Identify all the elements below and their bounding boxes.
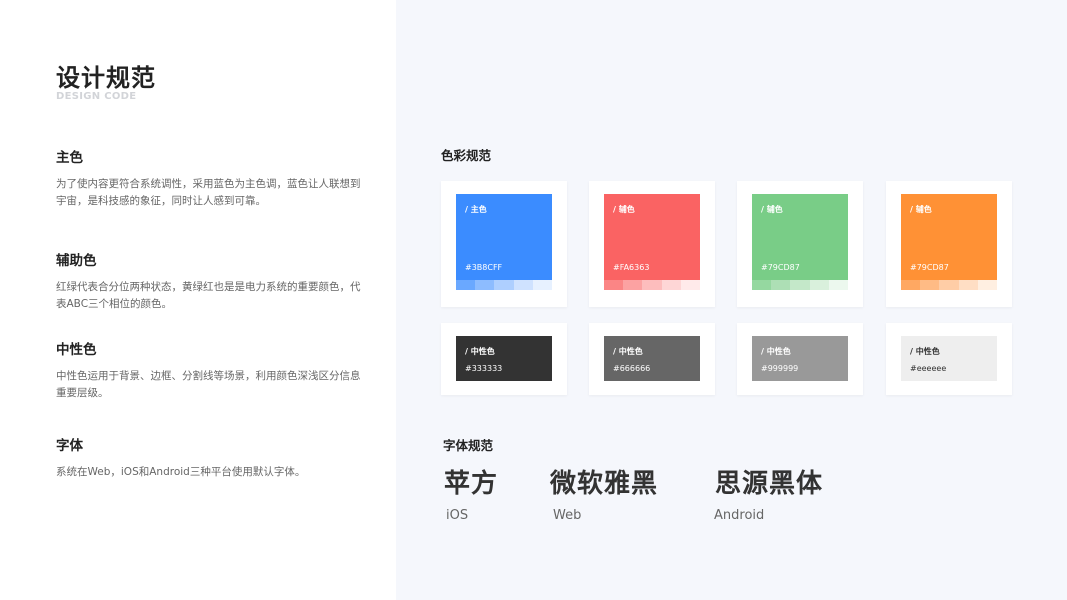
section-font: 字体 系统在Web，iOS和Android三种平台使用默认字体。	[56, 434, 366, 481]
swatch-hex: #666666	[613, 364, 651, 373]
neutral-card-eeeeee: / 中性色 #eeeeee	[886, 323, 1012, 395]
font-section-label: 字体规范	[443, 438, 494, 453]
font-platform-ios: iOS	[446, 508, 469, 523]
font-platform-android: Android	[714, 508, 765, 523]
left-panel: 设计规范 DESIGN CODE 主色 为了使内容更符合系统调性，采用蓝色为主色…	[0, 0, 396, 600]
right-panel: 色彩规范 / 主色 #3B8CFF / 辅色 #FA6363 / 辅色 #79C…	[396, 0, 1067, 600]
section-description: 为了使内容更符合系统调性，采用蓝色为主色调，蓝色让人联想到宇宙，是科技感的象征，…	[56, 178, 361, 207]
swatch-hex: #79CD87	[761, 263, 800, 272]
font-name-source-han: 思源黑体	[715, 469, 824, 499]
tint-step	[901, 280, 921, 290]
color-swatch: / 辅色 #79CD87	[752, 194, 849, 290]
page-title: 设计规范	[56, 64, 156, 92]
neutral-swatch: / 中性色 #999999	[752, 336, 848, 381]
swatch-hex: #eeeeee	[910, 364, 947, 373]
swatch-tag: / 主色	[465, 205, 487, 214]
tint-step	[939, 280, 959, 290]
swatch-hex: #3B8CFF	[465, 263, 503, 272]
swatch-tag: / 中性色	[910, 347, 940, 356]
section-primary-color: 主色 为了使内容更符合系统调性，采用蓝色为主色调，蓝色让人联想到宇宙，是科技感的…	[56, 146, 366, 210]
tint-step	[623, 280, 643, 290]
color-card-green: / 辅色 #79CD87	[737, 181, 863, 307]
color-swatch: / 辅色 #FA6363	[604, 194, 701, 290]
tint-step	[680, 280, 701, 290]
neutral-swatch: / 中性色 #eeeeee	[901, 336, 997, 381]
swatch-hex: #999999	[761, 364, 799, 373]
swatch-tag: / 辅色	[761, 205, 783, 214]
section-description: 中性色运用于背景、边框、分割线等场景，利用颜色深浅区分信息重要层级。	[56, 370, 361, 399]
swatch-tag: / 辅色	[613, 205, 635, 214]
font-name-pingfang: 苹方	[444, 469, 499, 499]
neutral-card-333333: / 中性色 #333333	[441, 323, 567, 395]
tint-step	[642, 280, 662, 290]
section-heading: 主色	[56, 150, 83, 166]
tint-step	[809, 280, 829, 290]
tint-step	[828, 280, 849, 290]
color-card-orange: / 辅色 #79CD87	[886, 181, 1012, 307]
font-platform-web: Web	[553, 508, 582, 523]
tint-step	[790, 280, 810, 290]
section-description: 系统在Web，iOS和Android三种平台使用默认字体。	[56, 466, 306, 478]
tint-step	[661, 280, 681, 290]
font-name-yahei: 微软雅黑	[550, 469, 659, 499]
swatch-main: / 主色 #3B8CFF	[456, 194, 552, 280]
swatch-main: / 辅色 #FA6363	[604, 194, 700, 280]
section-heading: 辅助色	[56, 253, 97, 269]
swatch-tints	[456, 280, 553, 290]
swatch-main: / 辅色 #79CD87	[901, 194, 997, 280]
swatch-tints	[752, 280, 849, 290]
neutral-swatch: / 中性色 #333333	[456, 336, 552, 381]
swatch-hex: #333333	[465, 364, 503, 373]
section-heading: 中性色	[56, 342, 97, 358]
tint-step	[604, 280, 624, 290]
neutral-swatch: / 中性色 #666666	[604, 336, 700, 381]
neutral-card-666666: / 中性色 #666666	[589, 323, 715, 395]
section-neutral-color: 中性色 中性色运用于背景、边框、分割线等场景，利用颜色深浅区分信息重要层级。	[56, 338, 366, 402]
swatch-tag: / 辅色	[910, 205, 932, 214]
tint-step	[456, 280, 476, 290]
swatch-tints	[604, 280, 701, 290]
tint-step	[920, 280, 940, 290]
color-card-red: / 辅色 #FA6363	[589, 181, 715, 307]
swatch-hex: #FA6363	[613, 263, 650, 272]
tint-step	[532, 280, 553, 290]
tint-step	[958, 280, 978, 290]
color-section-label: 色彩规范	[441, 148, 492, 163]
section-secondary-color: 辅助色 红绿代表合分位两种状态，黄绿红也是是电力系统的重要颜色，代表ABC三个相…	[56, 249, 366, 313]
swatch-tag: / 中性色	[761, 347, 791, 356]
swatch-hex: #79CD87	[910, 263, 949, 272]
section-heading: 字体	[56, 438, 83, 454]
color-swatch: / 主色 #3B8CFF	[456, 194, 553, 290]
color-swatch: / 辅色 #79CD87	[901, 194, 998, 290]
swatch-tag: / 中性色	[465, 347, 495, 356]
page-subtitle: DESIGN CODE	[56, 91, 137, 102]
swatch-tints	[901, 280, 998, 290]
tint-step	[977, 280, 998, 290]
tint-step	[513, 280, 533, 290]
swatch-main: / 辅色 #79CD87	[752, 194, 848, 280]
tint-step	[475, 280, 495, 290]
tint-step	[771, 280, 791, 290]
tint-step	[494, 280, 514, 290]
color-card-primary: / 主色 #3B8CFF	[441, 181, 567, 307]
neutral-card-999999: / 中性色 #999999	[737, 323, 863, 395]
swatch-tag: / 中性色	[613, 347, 643, 356]
section-description: 红绿代表合分位两种状态，黄绿红也是是电力系统的重要颜色，代表ABC三个相位的颜色…	[56, 281, 361, 310]
tint-step	[752, 280, 772, 290]
